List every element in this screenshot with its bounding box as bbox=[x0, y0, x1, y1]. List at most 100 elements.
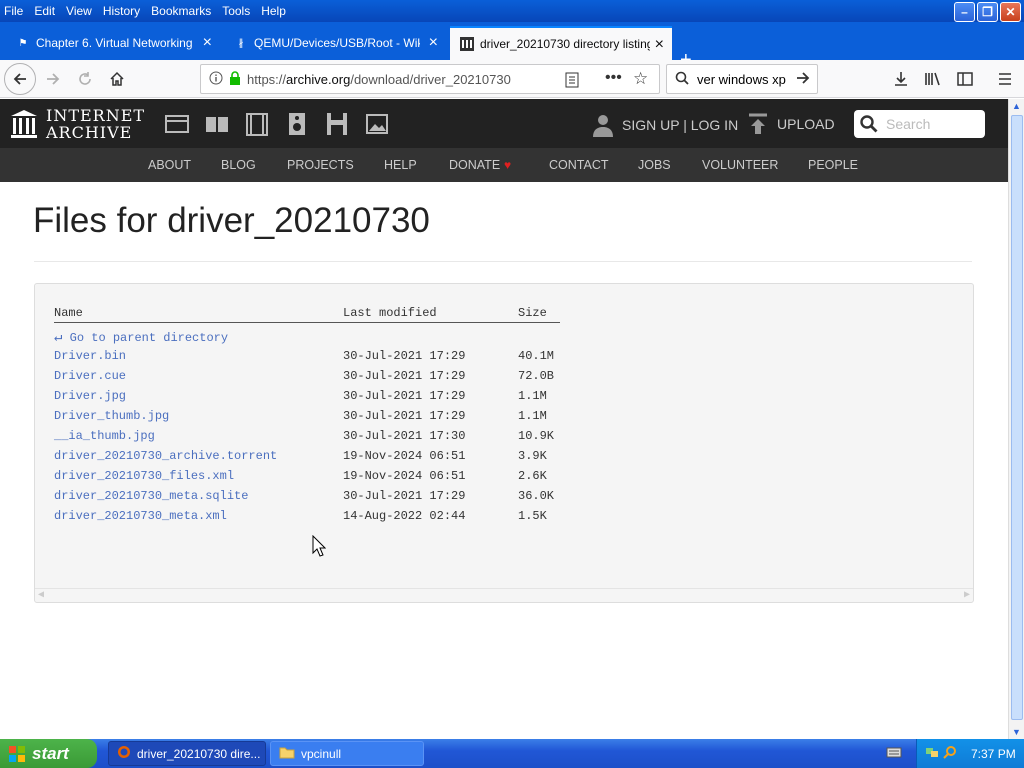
network-icon[interactable] bbox=[925, 745, 939, 762]
firefox-icon bbox=[117, 745, 131, 762]
page-actions-icon[interactable]: ••• bbox=[605, 69, 622, 87]
software-icon[interactable] bbox=[324, 112, 350, 136]
ia-logo[interactable]: INTERNET ARCHIVE bbox=[10, 107, 145, 141]
url-path: /download/driver_20210730 bbox=[350, 71, 511, 87]
close-tab-icon[interactable]: × bbox=[203, 35, 212, 51]
ia-nav-bar: ABOUT BLOG PROJECTS HELP DONATE ♥ CONTAC… bbox=[0, 148, 1008, 182]
parent-directory-link[interactable]: ↵ Go to parent directory bbox=[54, 329, 228, 346]
wikibooks-icon: ∦ bbox=[238, 37, 244, 49]
back-button[interactable] bbox=[4, 63, 36, 95]
search-input[interactable]: ver windows xp bbox=[697, 72, 789, 87]
file-link[interactable]: Driver_thumb.jpg bbox=[54, 409, 169, 423]
bookmark-star-icon[interactable]: ☆ bbox=[633, 69, 648, 89]
column-name-header: Name bbox=[54, 306, 83, 320]
address-bar[interactable]: https://archive.org/download/driver_2021… bbox=[200, 64, 660, 94]
up-arrow-icon: ↵ bbox=[54, 330, 63, 346]
tab-qemu-wikibooks[interactable]: ∦ QEMU/Devices/USB/Root - Wikibo × bbox=[224, 26, 446, 60]
table-row: driver_20210730_files.xml 19-Nov-2024 06… bbox=[35, 469, 635, 489]
search-tray-icon[interactable] bbox=[943, 745, 957, 762]
nav-donate[interactable]: DONATE bbox=[449, 158, 500, 172]
close-window-button[interactable]: ✕ bbox=[1000, 2, 1021, 22]
menu-button[interactable] bbox=[990, 64, 1020, 94]
nav-contact[interactable]: CONTACT bbox=[549, 158, 609, 172]
close-tab-icon[interactable]: × bbox=[655, 37, 664, 53]
file-link[interactable]: driver_20210730_meta.sqlite bbox=[54, 489, 248, 503]
scroll-right-icon[interactable]: ▶ bbox=[964, 589, 970, 601]
file-link[interactable]: driver_20210730_files.xml bbox=[54, 469, 234, 483]
upload-link[interactable]: UPLOAD bbox=[748, 113, 835, 135]
library-button[interactable] bbox=[918, 64, 948, 94]
taskbar-item-firefox[interactable]: driver_20210730 dire... bbox=[108, 741, 266, 766]
navigation-toolbar: https://archive.org/download/driver_2021… bbox=[0, 60, 1024, 98]
ia-logo-text: INTERNET ARCHIVE bbox=[46, 107, 145, 141]
search-go-icon[interactable] bbox=[795, 70, 811, 89]
keyboard-icon[interactable] bbox=[886, 746, 902, 761]
nav-jobs[interactable]: JOBS bbox=[638, 158, 671, 172]
file-modified: 30-Jul-2021 17:29 bbox=[343, 409, 466, 423]
reload-button[interactable] bbox=[70, 64, 100, 94]
mouse-pointer-icon bbox=[312, 534, 327, 560]
reload-icon bbox=[79, 72, 91, 85]
menu-help[interactable]: Help bbox=[261, 4, 286, 18]
table-row: Driver.cue 30-Jul-2021 17:29 72.0B bbox=[35, 369, 635, 389]
menu-history[interactable]: History bbox=[103, 4, 140, 18]
web-icon[interactable] bbox=[164, 112, 190, 136]
nav-blog[interactable]: BLOG bbox=[221, 158, 256, 172]
file-link[interactable]: driver_20210730_archive.torrent bbox=[54, 449, 277, 463]
system-tray: 7:37 PM bbox=[916, 739, 1024, 768]
forward-button[interactable] bbox=[38, 64, 68, 94]
folder-icon bbox=[279, 745, 295, 762]
file-size: 10.9K bbox=[518, 429, 555, 443]
nav-volunteer[interactable]: VOLUNTEER bbox=[702, 158, 778, 172]
menu-file[interactable]: File bbox=[4, 4, 23, 18]
images-icon[interactable] bbox=[364, 112, 390, 136]
menu-view[interactable]: View bbox=[66, 4, 92, 18]
home-button[interactable] bbox=[102, 64, 132, 94]
file-size: 1.1M bbox=[518, 389, 547, 403]
start-button[interactable]: start bbox=[0, 739, 97, 768]
file-link[interactable]: __ia_thumb.jpg bbox=[54, 429, 155, 443]
menu-edit[interactable]: Edit bbox=[34, 4, 55, 18]
restore-button[interactable]: ❐ bbox=[977, 2, 998, 22]
minimize-button[interactable]: – bbox=[954, 2, 975, 22]
close-tab-icon[interactable]: × bbox=[429, 35, 438, 51]
texts-icon[interactable] bbox=[204, 112, 230, 136]
file-modified: 30-Jul-2021 17:29 bbox=[343, 369, 466, 383]
file-link[interactable]: Driver.cue bbox=[54, 369, 126, 383]
vertical-scrollbar[interactable]: ▲ ▼ bbox=[1008, 99, 1024, 739]
menu-tools[interactable]: Tools bbox=[222, 4, 250, 18]
info-icon[interactable] bbox=[209, 71, 223, 88]
taskbar-item-folder[interactable]: vpcinull bbox=[270, 741, 424, 766]
search-bar[interactable]: ver windows xp bbox=[666, 64, 818, 94]
search-icon bbox=[860, 115, 878, 133]
column-size-header: Size bbox=[518, 306, 547, 320]
scroll-down-icon[interactable]: ▼ bbox=[1012, 727, 1021, 737]
nav-about[interactable]: ABOUT bbox=[148, 158, 191, 172]
logo-line-internet: INTERNET bbox=[46, 106, 146, 125]
window-controls: – ❐ ✕ bbox=[954, 2, 1021, 22]
nav-projects[interactable]: PROJECTS bbox=[287, 158, 354, 172]
video-icon[interactable] bbox=[244, 112, 270, 136]
tab-driver-listing[interactable]: driver_20210730 directory listing × bbox=[450, 26, 672, 60]
tab-chapter-6[interactable]: ⚑ Chapter 6. Virtual Networking × bbox=[6, 26, 220, 60]
table-row: Driver.jpg 30-Jul-2021 17:29 1.1M bbox=[35, 389, 635, 409]
nav-help[interactable]: HELP bbox=[384, 158, 417, 172]
file-link[interactable]: driver_20210730_meta.xml bbox=[54, 509, 227, 523]
horizontal-scrollbar[interactable]: ◀ ▶ bbox=[35, 588, 973, 602]
audio-icon[interactable] bbox=[284, 112, 310, 136]
back-arrow-icon bbox=[13, 73, 26, 85]
sidebar-button[interactable] bbox=[950, 64, 980, 94]
file-size: 2.6K bbox=[518, 469, 547, 483]
file-link[interactable]: Driver.jpg bbox=[54, 389, 126, 403]
scroll-left-icon[interactable]: ◀ bbox=[38, 589, 44, 601]
tab-title: Chapter 6. Virtual Networking bbox=[36, 36, 193, 50]
scroll-up-icon[interactable]: ▲ bbox=[1012, 101, 1021, 111]
scrollbar-thumb[interactable] bbox=[1011, 115, 1023, 720]
menu-bookmarks[interactable]: Bookmarks bbox=[151, 4, 211, 18]
sign-up-login-link[interactable]: SIGN UP | LOG IN bbox=[592, 113, 738, 137]
reader-view-icon[interactable] bbox=[565, 72, 579, 91]
file-link[interactable]: Driver.bin bbox=[54, 349, 126, 363]
ia-search-input[interactable]: Search bbox=[854, 110, 985, 138]
nav-people[interactable]: PEOPLE bbox=[808, 158, 858, 172]
downloads-button[interactable] bbox=[886, 64, 916, 94]
